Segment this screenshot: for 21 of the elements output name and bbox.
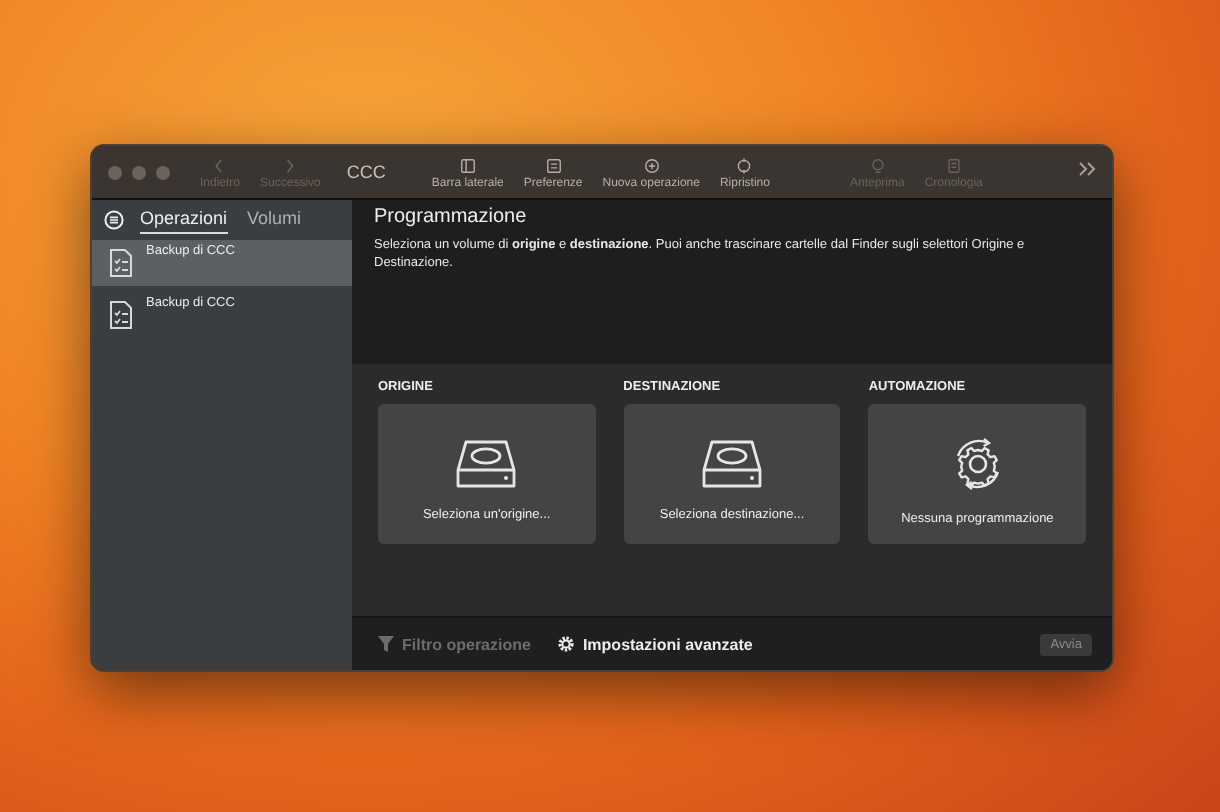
circle-icon [734,155,755,175]
gear-icon [558,636,575,652]
hard-drive-icon [702,437,762,489]
zoom-icon[interactable] [156,165,170,179]
sidebar-tab[interactable]: Operazioni [140,207,228,233]
panel-icon [543,155,564,175]
document-icon [108,300,134,330]
close-icon[interactable] [108,165,122,179]
plus-circle-icon [641,155,662,175]
sidebar-icon [457,155,478,175]
section-title: Programmazione [374,206,529,228]
advanced-settings-button[interactable]: Impostazioni avanzate [558,635,753,653]
bulb-icon [867,155,888,175]
menu-icon[interactable] [104,210,124,230]
filter-icon [378,636,394,652]
window-title: CCC [346,162,386,182]
document-icon [108,248,134,278]
document-icon [943,155,964,175]
minimize-icon[interactable] [132,165,146,179]
hard-drive-icon [456,437,517,489]
sidebar-tab[interactable]: Volumi [247,207,302,233]
